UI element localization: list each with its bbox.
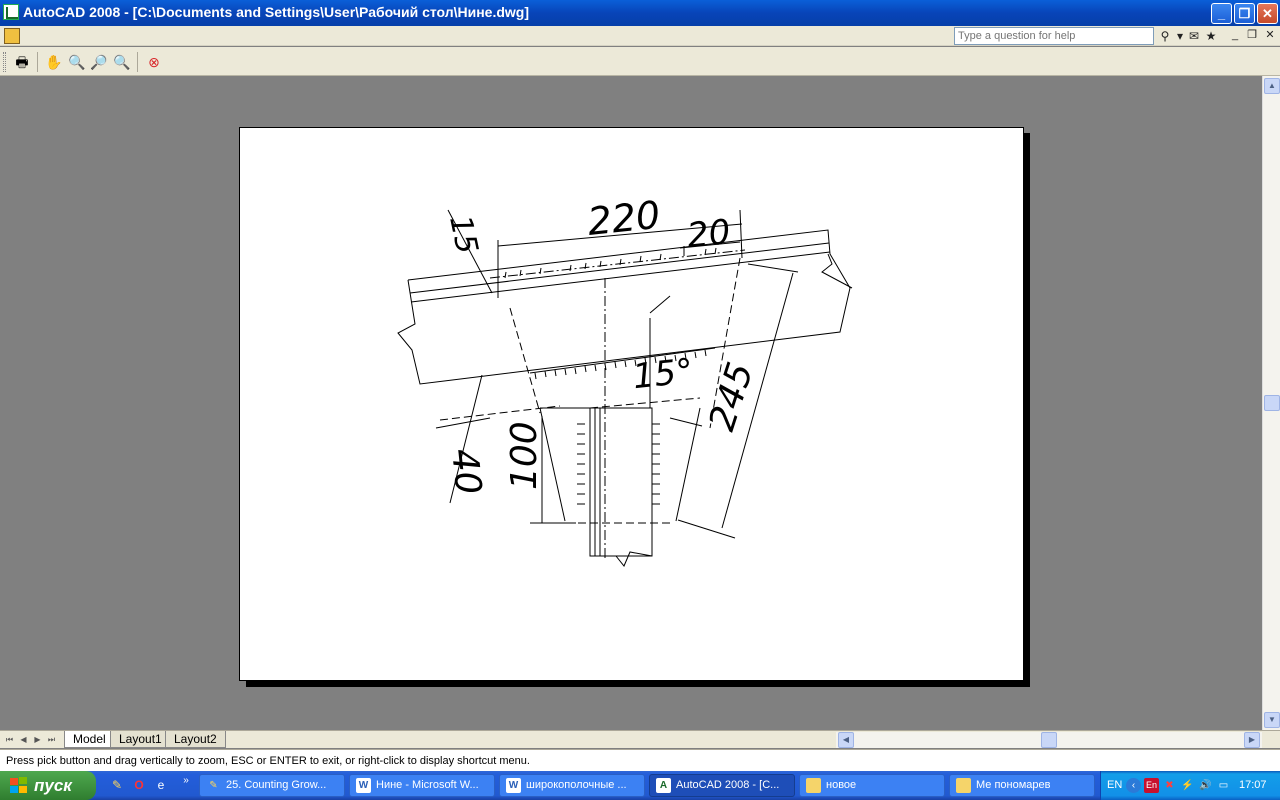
hidden-line — [589, 397, 701, 409]
help-search-input[interactable] — [954, 27, 1154, 45]
title-bar: AutoCAD 2008 - [C:\Documents and Setting… — [0, 0, 1280, 26]
dim-text-245: 245 — [702, 358, 762, 436]
paper-sheet[interactable]: 220 20 15 15° 245 100 40 — [239, 127, 1024, 681]
scroll-left-icon[interactable]: ◀ — [838, 732, 854, 748]
clock: 17:07 — [1239, 779, 1267, 791]
restore-button[interactable]: ❐ — [1234, 3, 1255, 24]
zoom-realtime-icon[interactable]: 🔍 — [67, 52, 87, 72]
command-line[interactable]: Press pick button and drag vertically to… — [0, 749, 1280, 771]
vertical-scrollbar[interactable]: ▲ ▼ — [1262, 76, 1280, 730]
word-icon: W — [356, 778, 371, 793]
document-icon[interactable] — [4, 28, 20, 44]
scroll-up-icon[interactable]: ▲ — [1264, 78, 1280, 94]
tray-display-icon[interactable]: ▭ — [1216, 778, 1231, 793]
taskbar-item[interactable]: новое — [799, 774, 945, 797]
tray-expand-icon[interactable]: ‹ — [1126, 778, 1141, 793]
taskbar: пуск ✎ O e » ✎ 25. Counting Grow... W Ни… — [0, 771, 1280, 800]
start-label: пуск — [34, 776, 72, 795]
post-outline — [589, 407, 653, 557]
dim-arrow-15deg — [649, 295, 671, 314]
drawing-area[interactable]: 220 20 15 15° 245 100 40 — [0, 76, 1262, 730]
folder-icon — [956, 778, 971, 793]
tab-layout1[interactable]: Layout1 — [110, 731, 171, 748]
taskbar-item[interactable]: W Нине - Microsoft W... — [349, 774, 495, 797]
dim-text-100: 100 — [504, 421, 545, 490]
quicklaunch-ie-icon[interactable]: e — [153, 777, 169, 793]
system-tray: EN ‹ En ✖ ⚡ 🔊 ▭ 17:07 — [1100, 771, 1280, 800]
close-button[interactable]: ✕ — [1257, 3, 1278, 24]
dim-text-20: 20 — [685, 212, 732, 256]
post-break — [615, 551, 653, 567]
horizontal-scrollbar[interactable]: ◀ ▶ — [836, 732, 1262, 748]
tray-keyboard-layout-icon[interactable]: En — [1144, 778, 1159, 793]
taskbar-item[interactable]: ✎ 25. Counting Grow... — [199, 774, 345, 797]
folder-icon — [806, 778, 821, 793]
scroll-down-icon[interactable]: ▼ — [1264, 712, 1280, 728]
quicklaunch-more-icon[interactable]: » — [178, 773, 194, 789]
tray-network-icon[interactable]: ⚡ — [1180, 778, 1195, 793]
communication-center-icon[interactable]: ✉ — [1186, 28, 1202, 44]
autocad-task-icon: A — [656, 778, 671, 793]
tray-volume-icon[interactable]: 🔊 — [1198, 778, 1213, 793]
prev-tab-icon[interactable]: ◀ — [18, 733, 29, 746]
dim-ext-245-top — [747, 263, 799, 273]
last-tab-icon[interactable]: ⏭ — [46, 733, 57, 746]
pan-icon[interactable]: ✋ — [44, 52, 64, 72]
close-preview-icon[interactable]: ⊗ — [144, 52, 164, 72]
autocad-app-icon[interactable] — [3, 4, 19, 20]
quicklaunch-autocad-icon[interactable]: ✎ — [109, 777, 125, 793]
taskbar-item[interactable]: Ме пономарев — [949, 774, 1095, 797]
hidden-line — [509, 307, 541, 414]
dim-text-15deg: 15° — [631, 351, 695, 397]
menu-row: ⚲ ▾ ✉ ★ _ ❐ ✕ — [0, 26, 1280, 46]
word-icon: W — [506, 778, 521, 793]
search-icon[interactable]: ⚲ — [1157, 28, 1173, 44]
first-tab-icon[interactable]: ⏮ — [4, 733, 15, 746]
plot-preview-toolbar: 🖶 ✋ 🔍 🔎 🔍 ⊗ — [0, 47, 1280, 76]
favorites-star-icon[interactable]: ★ — [1203, 28, 1219, 44]
next-tab-icon[interactable]: ▶ — [32, 733, 43, 746]
taskbar-item[interactable]: W широкополочные ... — [499, 774, 645, 797]
toolbar-separator — [137, 52, 138, 72]
start-button[interactable]: пуск — [0, 771, 96, 800]
scroll-right-icon[interactable]: ▶ — [1244, 732, 1260, 748]
taskbar-item-active[interactable]: A AutoCAD 2008 - [C... — [649, 774, 795, 797]
dim-text-40: 40 — [443, 447, 489, 497]
doc-restore-button[interactable]: ❐ — [1245, 29, 1259, 43]
tab-layout2[interactable]: Layout2 — [165, 731, 226, 748]
minimize-button[interactable]: _ — [1211, 3, 1232, 24]
zoom-window-icon[interactable]: 🔎 — [89, 52, 109, 72]
toolbar-separator — [37, 52, 38, 72]
dim-text-15: 15 — [442, 212, 484, 257]
layout-tabs-row: ⏮ ◀ ▶ ⏭ Model Layout1 Layout2 ◀ ▶ — [0, 730, 1280, 748]
tray-antivirus-icon[interactable]: ✖ — [1162, 778, 1177, 793]
dim-ext-245-bottom — [677, 519, 736, 539]
dim-text-220: 220 — [585, 193, 662, 244]
toolbar-grip[interactable] — [3, 52, 6, 72]
doc-close-button[interactable]: ✕ — [1263, 29, 1277, 43]
post-ticks — [577, 423, 660, 505]
quicklaunch-opera-icon[interactable]: O — [131, 777, 147, 793]
window-title: AutoCAD 2008 - [C:\Documents and Setting… — [23, 4, 530, 20]
cad-drawing: 220 20 15 15° 245 100 40 — [397, 193, 853, 567]
vertical-scroll-thumb[interactable] — [1264, 395, 1280, 411]
autocad-task-icon: ✎ — [209, 780, 218, 791]
tab-model[interactable]: Model — [64, 731, 115, 748]
doc-minimize-button[interactable]: _ — [1228, 29, 1242, 43]
windows-flag-icon — [10, 777, 27, 793]
language-indicator[interactable]: EN — [1107, 779, 1122, 791]
horizontal-scroll-thumb[interactable] — [1041, 732, 1057, 748]
zoom-previous-icon[interactable]: 🔍 — [112, 52, 132, 72]
plot-icon[interactable]: 🖶 — [12, 52, 32, 72]
